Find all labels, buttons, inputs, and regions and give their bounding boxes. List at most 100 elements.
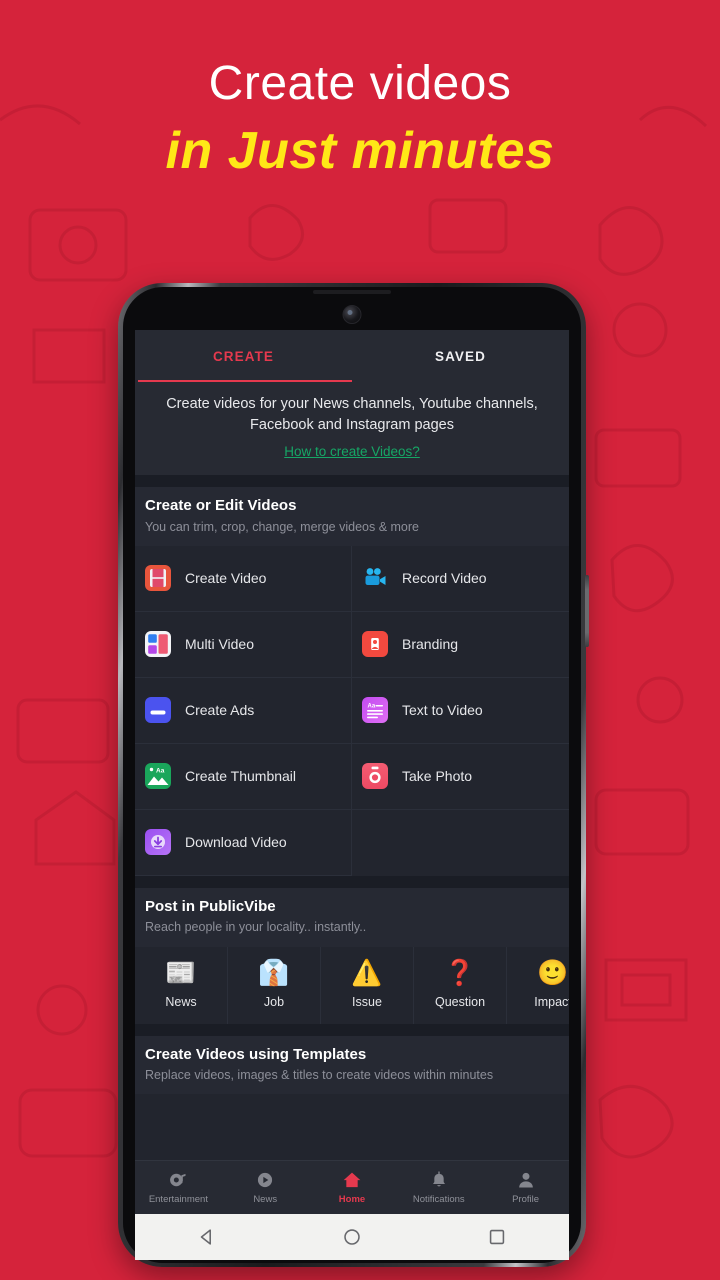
action-multi-video[interactable]: Multi Video	[135, 611, 352, 678]
section-header-publicvibe: Post in PublicVibe Reach people in your …	[135, 887, 569, 947]
home-circle-icon[interactable]	[341, 1226, 363, 1248]
action-label: Create Video	[185, 570, 267, 587]
newspaper-icon: 📰	[165, 958, 197, 987]
earpiece-speaker	[313, 290, 391, 294]
download-cloud-icon	[145, 829, 171, 856]
android-system-nav	[135, 1214, 569, 1260]
action-create-ads[interactable]: Create Ads	[135, 677, 352, 744]
chip-label: Job	[263, 994, 285, 1009]
grid-row: Download Video	[135, 809, 569, 876]
nav-news[interactable]: News	[222, 1161, 309, 1214]
section-title: Create Videos using Templates	[145, 1045, 367, 1063]
action-label: Take Photo	[402, 768, 473, 785]
promo-headline: Create videos in Just minutes	[0, 56, 720, 184]
section-subtitle: Reach people in your locality.. instantl…	[145, 920, 367, 935]
section-subtitle: You can trim, crop, change, merge videos…	[145, 519, 419, 534]
action-label: Create Ads	[185, 702, 255, 719]
nav-label: Notifications	[412, 1194, 465, 1205]
chip-impact[interactable]: 🙂 Impact	[507, 947, 569, 1024]
phone-mockup: CREATE SAVED Create videos for your News…	[118, 283, 589, 1267]
section-title: Post in PublicVibe	[145, 897, 276, 915]
action-download-video[interactable]: Download Video	[135, 809, 352, 876]
action-label: Download Video	[185, 834, 287, 851]
action-label: Create Thumbnail	[185, 768, 297, 785]
grid-row: Create Video Record Video	[135, 545, 569, 612]
action-create-thumbnail[interactable]: Aa Create Thumbnail	[135, 743, 352, 810]
question-icon: ❓	[444, 958, 476, 987]
chip-issue[interactable]: ⚠️ Issue	[321, 946, 414, 1024]
app-screen: CREATE SAVED Create videos for your News…	[135, 330, 569, 1214]
action-label: Branding	[402, 636, 459, 653]
home-icon	[343, 1172, 361, 1188]
action-label: Record Video	[402, 570, 487, 587]
bell-icon	[432, 1171, 445, 1187]
tab-saved[interactable]: SAVED	[352, 330, 569, 382]
section-header-templates: Create Videos using Templates Replace vi…	[135, 1035, 569, 1095]
tab-active-indicator	[138, 380, 352, 382]
section-divider	[135, 1023, 569, 1036]
chip-label: Issue	[352, 994, 382, 1009]
chip-label: Impact	[534, 994, 569, 1009]
smiley-icon: 🙂	[537, 958, 569, 987]
nav-label: Home	[338, 1194, 366, 1205]
nav-label: Profile	[512, 1194, 540, 1205]
nav-label: News	[253, 1194, 278, 1205]
section-header-create-edit: Create or Edit Videos You can trim, crop…	[135, 487, 569, 546]
tab-create-label: CREATE	[212, 348, 275, 364]
warning-icon: ⚠️	[351, 958, 383, 987]
action-record-video[interactable]: Record Video	[352, 546, 569, 612]
headline-line-1: Create videos	[208, 57, 512, 110]
grid-row: Create Ads Aa Text to Video	[135, 677, 569, 744]
chip-label: News	[165, 994, 197, 1009]
intro-block: Create videos for your News channels, Yo…	[135, 382, 569, 476]
nav-profile[interactable]: Profile	[482, 1161, 569, 1214]
tab-bar: CREATE SAVED	[135, 330, 569, 382]
grid-empty-cell	[352, 810, 569, 876]
section-divider	[135, 875, 569, 888]
section-title: Create or Edit Videos	[145, 497, 297, 515]
camera-icon	[362, 763, 388, 790]
necktie-icon: 👔	[258, 958, 290, 987]
chip-label: Question	[434, 994, 486, 1009]
nav-notifications[interactable]: Notifications	[395, 1161, 482, 1214]
tab-create[interactable]: CREATE	[135, 330, 352, 382]
recents-square-icon[interactable]	[486, 1226, 508, 1248]
chip-job[interactable]: 👔 Job	[228, 946, 321, 1024]
chip-question[interactable]: ❓ Question	[414, 946, 507, 1024]
text-lines-icon: Aa	[362, 697, 388, 724]
tab-saved-label: SAVED	[434, 348, 486, 364]
grid-tiles-icon	[145, 631, 171, 658]
publicvibe-chip-row[interactable]: 📰 News 👔 Job ⚠️ Issue ❓ Question 🙂 Impac…	[135, 946, 569, 1024]
front-camera-icon	[342, 305, 362, 324]
play-circle-icon	[258, 1172, 273, 1188]
entertainment-icon	[170, 1173, 186, 1187]
person-icon	[518, 1172, 533, 1188]
action-text-to-video[interactable]: Aa Text to Video	[352, 678, 569, 744]
svg-text:Aa: Aa	[156, 768, 165, 775]
ads-banner-icon	[145, 697, 171, 724]
action-grid: Create Video Record Video Multi Video Br…	[135, 545, 569, 876]
power-button[interactable]	[585, 575, 589, 647]
grid-row: Multi Video Branding	[135, 611, 569, 678]
nav-entertainment[interactable]: Entertainment	[135, 1161, 222, 1214]
thumbnail-image-icon: Aa	[145, 763, 171, 790]
section-subtitle: Replace videos, images & titles to creat…	[145, 1068, 494, 1083]
video-camera-icon	[362, 565, 388, 591]
action-create-video[interactable]: Create Video	[135, 545, 352, 612]
chip-news[interactable]: 📰 News	[135, 946, 228, 1024]
film-strip-icon	[145, 565, 171, 592]
action-branding[interactable]: Branding	[352, 612, 569, 678]
grid-row: Aa Create Thumbnail Take Photo	[135, 743, 569, 810]
action-label: Text to Video	[402, 702, 483, 719]
how-to-create-videos-link[interactable]: How to create Videos?	[284, 444, 420, 459]
headline-line-2: in Just minutes	[165, 122, 555, 181]
svg-text:Aa: Aa	[368, 704, 376, 710]
section-divider	[135, 475, 569, 488]
nav-home[interactable]: Home	[309, 1161, 396, 1214]
action-take-photo[interactable]: Take Photo	[352, 744, 569, 810]
action-label: Multi Video	[185, 636, 255, 653]
intro-text: Create videos for your News channels, Yo…	[166, 396, 538, 434]
nav-label: Entertainment	[148, 1194, 208, 1205]
back-triangle-icon[interactable]	[196, 1226, 218, 1248]
branding-badge-icon	[362, 631, 388, 658]
